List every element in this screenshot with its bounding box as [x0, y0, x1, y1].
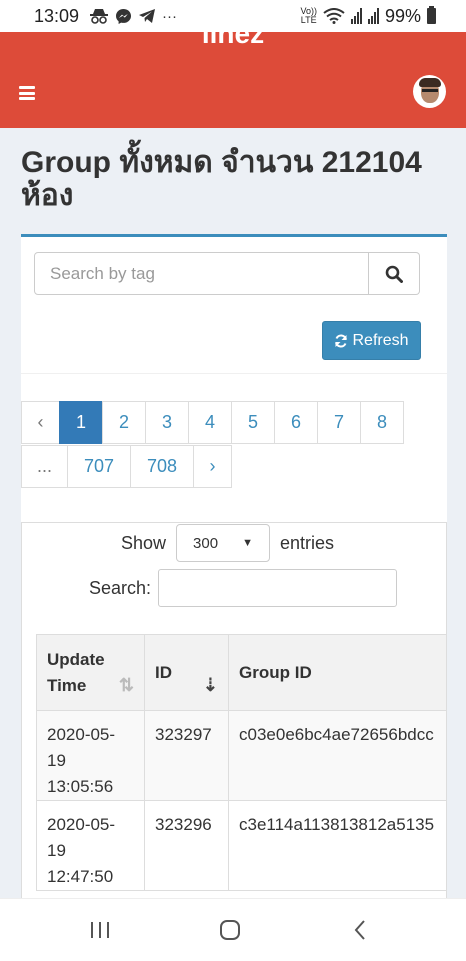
cell-id: 323297	[144, 710, 229, 801]
page-707[interactable]: 707	[67, 445, 131, 488]
groups-table: Update Time ⇅ ID ⇣ Group ID 2020-05- 19 …	[36, 634, 446, 891]
incognito-icon	[90, 9, 109, 24]
sort-desc-icon: ⇣	[202, 675, 218, 695]
search-icon	[385, 265, 403, 283]
filter-label: Search:	[89, 577, 152, 598]
messenger-icon	[116, 8, 132, 24]
table-row[interactable]: 2020-05- 19 13:05:56 323297 c03e0e6bc4ae…	[36, 710, 446, 801]
col-id[interactable]: ID ⇣	[144, 634, 229, 711]
search-button[interactable]	[369, 252, 420, 295]
telegram-icon	[139, 9, 156, 23]
col-group-id[interactable]: Group ID	[228, 634, 446, 711]
status-bar: 13:09 ··· Vo)) LTE 99%	[0, 0, 466, 32]
home-button[interactable]	[190, 899, 270, 961]
divider	[21, 373, 447, 374]
caret-down-icon: ▼	[242, 537, 254, 549]
page-2[interactable]: 2	[102, 401, 146, 444]
signal-icon	[350, 8, 362, 24]
page-4[interactable]: 4	[188, 401, 232, 444]
entries-select[interactable]: 300 ▼	[176, 524, 271, 562]
cell-update-time: 2020-05- 19 12:47:50	[36, 800, 145, 891]
filter-input[interactable]	[158, 569, 398, 607]
cell-group-id: c3e114a113813812a5135	[228, 800, 446, 891]
refresh-label: Refresh	[352, 331, 409, 349]
page-next[interactable]: ›	[193, 445, 232, 488]
recent-apps-button[interactable]	[60, 899, 140, 961]
avatar[interactable]	[413, 75, 446, 108]
page-3[interactable]: 3	[145, 401, 189, 444]
signal-icon	[367, 8, 379, 24]
recent-apps-icon	[91, 922, 109, 938]
status-time: 13:09	[34, 5, 80, 26]
table-filter: Search:	[89, 569, 398, 607]
cell-group-id: c03e0e6bc4ae72656bdcc	[228, 710, 446, 801]
page-ellipsis: ...	[21, 445, 68, 488]
datatable: Show 300 ▼ entries Search: Update Time ⇅	[21, 522, 447, 917]
menu-icon[interactable]	[19, 86, 35, 100]
page-8[interactable]: 8	[360, 401, 404, 444]
page-title: Group ทั้งหมด จำนวน 212104 ห้อง	[21, 146, 422, 212]
table-row[interactable]: 2020-05- 19 12:47:50 323296 c3e114a11381…	[36, 800, 446, 891]
tag-search-group	[34, 252, 420, 295]
page-5[interactable]: 5	[231, 401, 275, 444]
content-box: Refresh ‹ 1 2 3 4 5 6 7 8 ... 707 708 › …	[21, 234, 447, 917]
table-header-row: Update Time ⇅ ID ⇣ Group ID	[36, 634, 446, 711]
app-logo[interactable]: linez	[0, 32, 466, 50]
entries-select-value: 300	[193, 534, 219, 552]
cell-id: 323296	[144, 800, 229, 891]
back-icon	[354, 920, 365, 940]
col-update-time[interactable]: Update Time ⇅	[36, 634, 145, 711]
page-6[interactable]: 6	[274, 401, 318, 444]
pagination: ‹ 1 2 3 4 5 6 7 8 ... 707 708 ›	[21, 401, 421, 488]
app-header: linez	[0, 32, 466, 128]
entries-label: entries	[280, 532, 335, 553]
wifi-icon	[323, 8, 345, 24]
entries-length: Show 300 ▼ entries	[121, 523, 334, 563]
battery-icon	[427, 6, 436, 24]
refresh-button[interactable]: Refresh	[322, 321, 421, 360]
home-icon	[220, 920, 240, 940]
battery-level: 99%	[384, 5, 421, 26]
refresh-icon	[335, 333, 348, 348]
page-708[interactable]: 708	[130, 445, 194, 488]
page-1[interactable]: 1	[59, 401, 103, 444]
system-nav-bar	[0, 898, 466, 961]
tag-search-input[interactable]	[34, 252, 369, 295]
cell-update-time: 2020-05- 19 13:05:56	[36, 710, 145, 801]
show-label: Show	[121, 532, 167, 553]
back-button[interactable]	[320, 899, 400, 961]
page-prev[interactable]: ‹	[21, 401, 60, 444]
more-icon: ···	[162, 7, 178, 25]
sort-icon: ⇅	[118, 675, 134, 695]
volte-icon: Vo)) LTE	[300, 6, 317, 25]
page-7[interactable]: 7	[317, 401, 361, 444]
